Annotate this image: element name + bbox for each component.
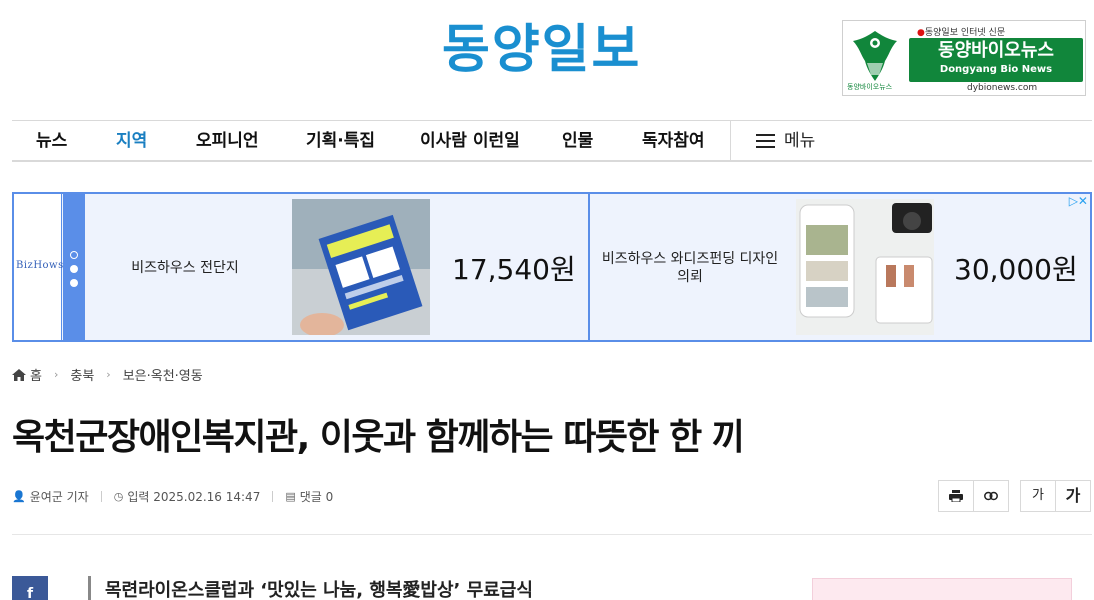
chevron-right-icon: › [53,368,59,381]
ad-banner[interactable]: BizHows 비즈하우스 전단지 17,540원 비즈하우스 와디즈펀딩 디자… [12,192,1092,342]
site-logo[interactable]: 동양일보 [442,24,641,76]
bio-url: dybionews.com [967,83,1038,93]
bio-subtitle: Dongyang Bio News [939,64,1053,75]
bio-news-banner[interactable]: ●동양일보 인터넷 신문 동양바이오뉴스 Dongyang Bio News 동… [842,20,1086,96]
article-comments[interactable]: 댓글 0 [300,488,334,505]
nav-item-feature[interactable]: 기획·특집 [306,121,375,161]
font-decrease-button[interactable]: 가 [1020,480,1056,512]
ad-item-title-2[interactable]: 비즈하우스 와디즈펀딩 디자인 의뢰 [598,250,782,286]
person-icon: 👤 [12,490,26,503]
flyer-image-icon [292,199,430,335]
nav-item-region[interactable]: 지역 [116,121,147,161]
print-icon [949,489,963,502]
copy-link-button[interactable] [973,480,1009,512]
adchoices-icon[interactable]: ▷✕ [1069,194,1088,208]
ad-pager [63,194,85,340]
article-subhead: 목련라이온스클럽과 ‘맛있는 나눔, 행복愛밥상’ 무료급식 [88,576,533,600]
ad-item-title-1[interactable]: 비즈하우스 전단지 [110,259,260,277]
article-title: 옥천군장애인복지관, 이웃과 함께하는 따뜻한 한 끼 [12,417,745,458]
article-meta: 👤 윤여군 기자 ◷ 입력 2025.02.16 14:47 ▤ 댓글 0 [12,488,333,505]
nav-divider [730,121,731,161]
ad-price-2[interactable]: 30,000원 [954,248,1078,288]
article-date: 입력 2025.02.16 14:47 [127,490,261,504]
home-icon [12,368,26,381]
link-icon [984,491,998,500]
breadcrumb-home[interactable]: 홈 [30,365,42,384]
ad-image-flyer[interactable] [292,199,430,335]
side-ad[interactable] [812,578,1072,600]
meta-divider [100,491,102,502]
chevron-right-icon: › [106,368,111,381]
bio-title: 동양바이오뉴스 [938,40,1054,61]
nav-item-opinion[interactable]: 오피니언 [196,121,259,161]
ad-dot-3[interactable] [70,279,78,287]
bio-tagline: ●동양일보 인터넷 신문 [917,28,1006,38]
ad-divider [588,194,590,340]
menu-label: 메뉴 [784,131,816,151]
ad-price-1[interactable]: 17,540원 [452,248,576,288]
breadcrumb-subsection[interactable]: 보은·옥천·영동 [123,365,203,384]
bio-small-label: 동양바이오뉴스 [847,83,893,91]
nav-item-people-story[interactable]: 이사람 이런일 [420,121,520,161]
ad-image-wadiz[interactable] [796,199,934,335]
bio-title-box: 동양바이오뉴스 Dongyang Bio News [909,38,1083,82]
article-author[interactable]: 윤여군 기자 [30,488,89,505]
wadiz-image-icon [796,199,934,335]
font-increase-button[interactable]: 가 [1055,480,1091,512]
main-nav: 뉴스 지역 오피니언 기획·특집 이사람 이런일 인물 독자참여 메뉴 [12,120,1092,162]
print-button[interactable] [938,480,974,512]
meta-divider [272,491,274,502]
ad-brand: BizHows [14,194,64,340]
hamburger-icon [756,134,776,148]
ad-dot-2[interactable] [70,265,78,273]
divider [12,534,1092,535]
ad-brand-text: BizHows [16,260,64,271]
facebook-share-button[interactable]: f [12,576,48,600]
breadcrumb-section[interactable]: 충북 [70,365,94,384]
ad-dot-1[interactable] [70,251,78,259]
nav-item-reader[interactable]: 독자참여 [642,121,705,161]
nav-item-news[interactable]: 뉴스 [36,121,67,161]
nav-item-person[interactable]: 인물 [562,121,593,161]
comment-icon: ▤ [285,490,296,503]
breadcrumb: 홈 › 충북 › 보은·옥천·영동 [12,365,203,384]
clock-icon: ◷ [113,490,124,503]
